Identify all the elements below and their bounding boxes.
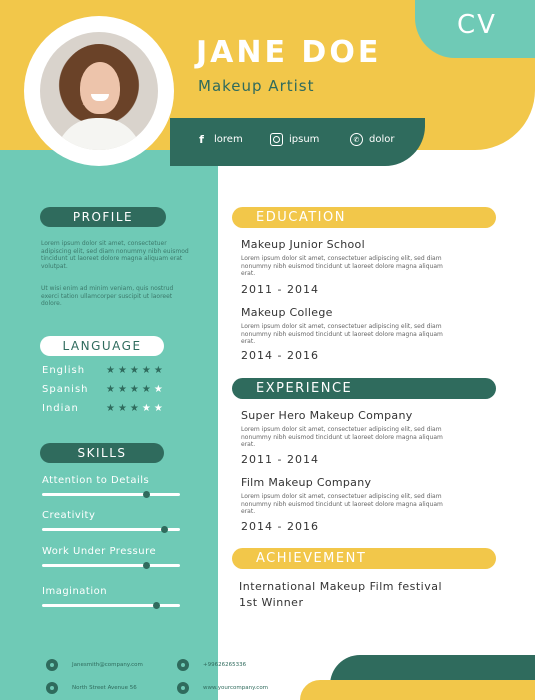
language-name: Spanish — [42, 384, 89, 395]
social-whatsapp-label: dolor — [369, 134, 395, 145]
experience-item-title: Film Makeup Company — [241, 476, 372, 489]
experience-item-text: Lorem ipsum dolor sit amet, consectetuer… — [241, 493, 443, 515]
skill-label: Imagination — [42, 586, 108, 597]
skills-heading: SKILLS — [40, 443, 164, 463]
language-rating: ★★★★★ — [106, 403, 166, 414]
education-item-text: Lorem ipsum dolor sit amet, consectetuer… — [241, 323, 443, 345]
location-icon — [46, 682, 58, 694]
experience-item-text: Lorem ipsum dolor sit amet, consectetuer… — [241, 426, 443, 448]
web-icon — [177, 682, 189, 694]
skill-bar — [42, 602, 180, 609]
footer-phone[interactable]: +99626265336 — [203, 662, 246, 668]
education-item-text: Lorem ipsum dolor sit amet, consectetuer… — [241, 255, 443, 277]
footer-address: North Street Avenue 56 — [72, 685, 137, 691]
profile-text-1: Lorem ipsum dolor sit amet, consectetuer… — [41, 240, 189, 270]
social-facebook-label: lorem — [214, 134, 243, 145]
left-sidebar-background — [0, 150, 218, 700]
education-item-years: 2011 - 2014 — [241, 283, 319, 296]
education-item-years: 2014 - 2016 — [241, 349, 319, 362]
skill-label: Attention to Details — [42, 475, 150, 486]
language-name: Indian — [42, 403, 79, 414]
skill-bar-knob — [143, 491, 150, 498]
job-title: Makeup Artist — [198, 77, 315, 95]
person-name: JANE DOE — [196, 35, 382, 70]
whatsapp-icon: ✆ — [350, 133, 363, 146]
achievement-line-1: International Makeup Film festival — [239, 580, 443, 593]
language-heading: LANGUAGE — [40, 336, 164, 356]
education-item-title: Makeup Junior School — [241, 238, 365, 251]
language-rating: ★★★★★ — [106, 365, 166, 376]
language-rating: ★★★★★ — [106, 384, 166, 395]
education-item-title: Makeup College — [241, 306, 333, 319]
experience-heading: EXPERIENCE — [232, 378, 496, 399]
language-name: English — [42, 365, 86, 376]
cv-label: CV — [457, 10, 497, 40]
facebook-icon: f — [199, 133, 204, 146]
education-heading: EDUCATION — [232, 207, 496, 228]
social-whatsapp[interactable]: ✆ dolor — [350, 133, 394, 146]
achievement-line-2: 1st Winner — [239, 596, 304, 609]
achievement-heading: ACHIEVEMENT — [232, 548, 496, 569]
footer-email[interactable]: Janesmith@company.com — [72, 662, 143, 668]
profile-heading: PROFILE — [40, 207, 166, 227]
social-facebook[interactable]: f lorem — [195, 133, 243, 146]
footer-web[interactable]: www.yourcompany.com — [203, 685, 268, 691]
skill-bar-knob — [161, 526, 168, 533]
phone-icon — [177, 659, 189, 671]
skill-bar — [42, 491, 180, 498]
social-instagram-label: ipsum — [289, 134, 320, 145]
skill-bar — [42, 526, 180, 533]
skill-label: Work Under Pressure — [42, 546, 157, 557]
experience-item-title: Super Hero Makeup Company — [241, 409, 413, 422]
email-icon — [46, 659, 58, 671]
instagram-icon — [270, 133, 283, 146]
skill-bar — [42, 562, 180, 569]
experience-item-years: 2011 - 2014 — [241, 453, 319, 466]
social-instagram[interactable]: ipsum — [270, 133, 319, 146]
avatar — [40, 32, 158, 150]
skill-bar-knob — [143, 562, 150, 569]
skill-label: Creativity — [42, 510, 96, 521]
skill-bar-knob — [153, 602, 160, 609]
profile-text-2: Ut wisi enim ad minim veniam, quis nostr… — [41, 285, 174, 307]
experience-item-years: 2014 - 2016 — [241, 520, 319, 533]
footer-yellow-shape — [300, 680, 535, 700]
